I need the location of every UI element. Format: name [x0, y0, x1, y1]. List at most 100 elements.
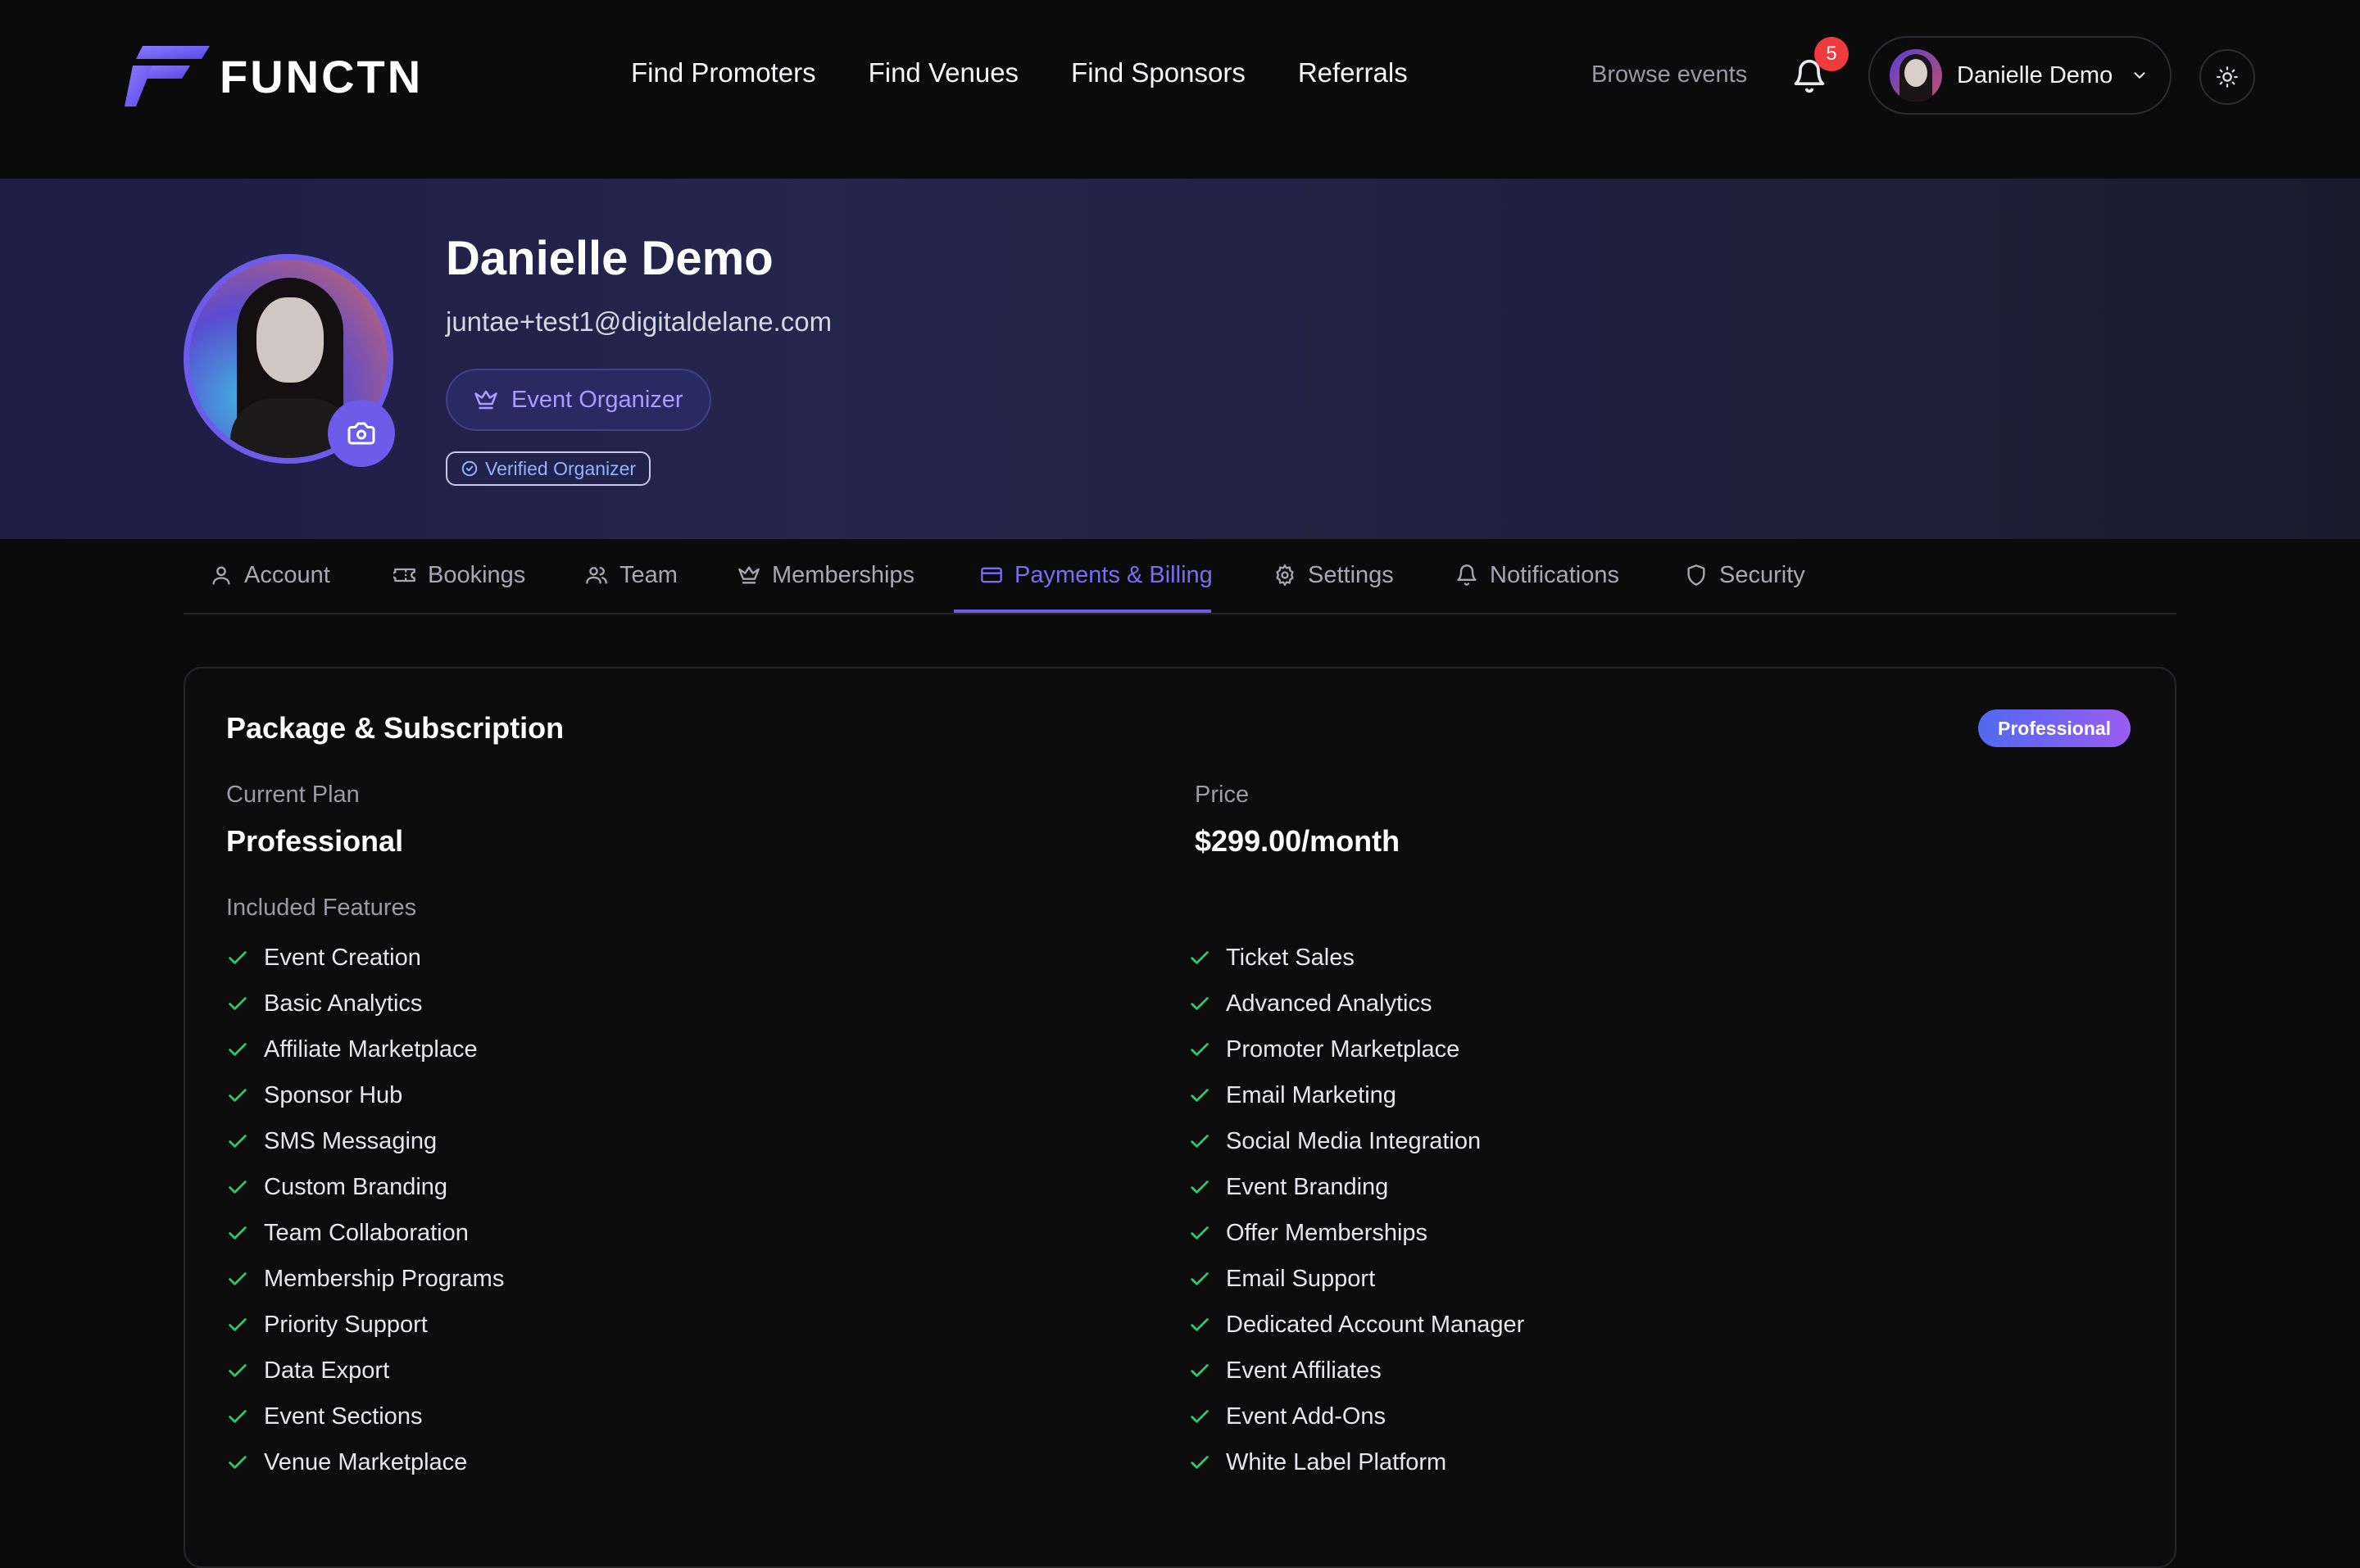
notification-count-badge: 5 — [1814, 37, 1849, 71]
nav-find-promoters[interactable]: Find Promoters — [631, 57, 816, 88]
feature-label: Basic Analytics — [264, 990, 423, 1017]
current-plan-value: Professional — [226, 824, 404, 858]
price-value: $299.00/month — [1195, 824, 1400, 858]
feature-item: Event Affiliates — [1188, 1348, 1524, 1394]
features-list-right: Ticket Sales Advanced Analytics Promoter M… — [1188, 935, 1524, 1485]
feature-item: Basic Analytics — [226, 981, 504, 1026]
feature-item: Event Branding — [1188, 1164, 1524, 1210]
feature-label: SMS Messaging — [264, 1127, 438, 1154]
feature-item: Email Support — [1188, 1256, 1524, 1302]
feature-label: Email Support — [1226, 1265, 1376, 1292]
feature-label: Event Add-Ons — [1226, 1403, 1386, 1430]
feature-label: Custom Branding — [264, 1173, 448, 1200]
feature-label: Event Sections — [264, 1403, 423, 1430]
check-icon — [1191, 997, 1209, 1010]
feature-label: Offer Memberships — [1226, 1219, 1428, 1246]
ticket-icon — [393, 568, 415, 582]
users-icon — [586, 567, 607, 584]
credit-card-icon — [981, 567, 1002, 583]
check-icon — [229, 1318, 247, 1331]
feature-item: Affiliate Marketplace — [226, 1026, 504, 1072]
feature-item: Membership Programs — [226, 1256, 504, 1302]
features-label: Included Features — [226, 895, 417, 921]
nav-find-sponsors[interactable]: Find Sponsors — [1071, 57, 1246, 88]
feature-item: Offer Memberships — [1188, 1210, 1524, 1256]
feature-item: Email Marketing — [1188, 1072, 1524, 1118]
check-icon — [1191, 1089, 1209, 1102]
feature-item: Custom Branding — [226, 1164, 504, 1210]
subscription-card: Package & Subscription Professional Curr… — [184, 667, 2176, 1568]
nav-referrals[interactable]: Referrals — [1298, 57, 1408, 88]
feature-item: Promoter Marketplace — [1188, 1026, 1524, 1072]
tab-label: Team — [620, 561, 678, 588]
check-icon — [229, 1089, 247, 1102]
tab-label: Security — [1719, 561, 1805, 588]
feature-item: Data Export — [226, 1348, 504, 1394]
tab-label: Account — [244, 561, 330, 588]
feature-label: Membership Programs — [264, 1265, 505, 1292]
feature-label: Email Marketing — [1226, 1081, 1396, 1108]
check-icon — [1191, 1226, 1209, 1239]
check-icon — [1191, 1135, 1209, 1148]
tab-notifications[interactable]: Notifications — [1455, 539, 1619, 611]
user-menu-button[interactable]: Danielle Demo — [1868, 36, 2172, 115]
role-badge[interactable]: Event Organizer — [446, 369, 711, 431]
tab-label: Settings — [1308, 561, 1394, 588]
tab-security[interactable]: Security — [1685, 539, 1805, 611]
tab-memberships[interactable]: Memberships — [738, 539, 914, 611]
feature-item: Sponsor Hub — [226, 1072, 504, 1118]
features-list-left: Event Creation Basic Analytics Affiliate M… — [226, 935, 504, 1485]
check-icon — [229, 1135, 247, 1148]
chevron-down-icon — [2134, 72, 2145, 79]
feature-label: Sponsor Hub — [264, 1081, 403, 1108]
check-icon — [1191, 1043, 1209, 1056]
check-icon — [229, 1272, 247, 1285]
camera-icon — [347, 422, 375, 445]
check-icon — [229, 997, 247, 1010]
current-plan-label: Current Plan — [226, 782, 360, 808]
feature-item: Venue Marketplace — [226, 1439, 504, 1485]
feature-label: Ticket Sales — [1226, 944, 1355, 971]
profile-email: juntae+test1@digitaldelane.com — [446, 306, 833, 337]
feature-label: Promoter Marketplace — [1226, 1036, 1460, 1063]
feature-label: Team Collaboration — [264, 1219, 469, 1246]
feature-item: Priority Support — [226, 1302, 504, 1348]
tab-label: Bookings — [428, 561, 526, 588]
check-icon — [229, 951, 247, 964]
check-icon — [1191, 951, 1209, 964]
check-icon — [229, 1181, 247, 1194]
feature-label: Dedicated Account Manager — [1226, 1311, 1525, 1338]
top-nav: FUNCTN Find Promoters Find Venues Find S… — [0, 0, 2360, 179]
nav-links: Find Promoters Find Venues Find Sponsors… — [631, 57, 1408, 88]
feature-item: Team Collaboration — [226, 1210, 504, 1256]
functn-logo[interactable]: FUNCTN — [125, 46, 423, 106]
check-icon — [1191, 1364, 1209, 1377]
check-icon — [229, 1456, 247, 1469]
shield-icon — [1687, 564, 1705, 586]
check-icon — [1191, 1456, 1209, 1469]
change-photo-button[interactable] — [328, 400, 395, 467]
feature-label: Data Export — [264, 1357, 390, 1384]
feature-item: Event Add-Ons — [1188, 1394, 1524, 1439]
check-icon — [229, 1043, 247, 1056]
gear-icon — [1276, 564, 1294, 587]
plan-badge: Professional — [1978, 709, 2131, 747]
tab-account[interactable]: Account — [210, 539, 330, 611]
bell-icon — [1457, 564, 1477, 586]
tab-team[interactable]: Team — [585, 539, 678, 611]
logo-text: FUNCTN — [220, 50, 424, 102]
crown-icon — [738, 566, 760, 584]
tab-settings[interactable]: Settings — [1273, 539, 1394, 611]
nav-find-venues[interactable]: Find Venues — [869, 57, 1019, 88]
feature-item: Ticket Sales — [1188, 935, 1524, 981]
tab-label: Notifications — [1490, 561, 1619, 588]
check-icon — [229, 1364, 247, 1377]
tab-bookings[interactable]: Bookings — [393, 539, 525, 611]
browse-events-link[interactable]: Browse events — [1591, 61, 1747, 88]
theme-toggle-button[interactable] — [2199, 49, 2255, 105]
profile-name: Danielle Demo — [446, 232, 774, 285]
card-title: Package & Subscription — [226, 711, 565, 745]
check-icon — [1191, 1272, 1209, 1285]
tab-payments-billing[interactable]: Payments & Billing — [980, 539, 1213, 611]
feature-item: White Label Platform — [1188, 1439, 1524, 1485]
